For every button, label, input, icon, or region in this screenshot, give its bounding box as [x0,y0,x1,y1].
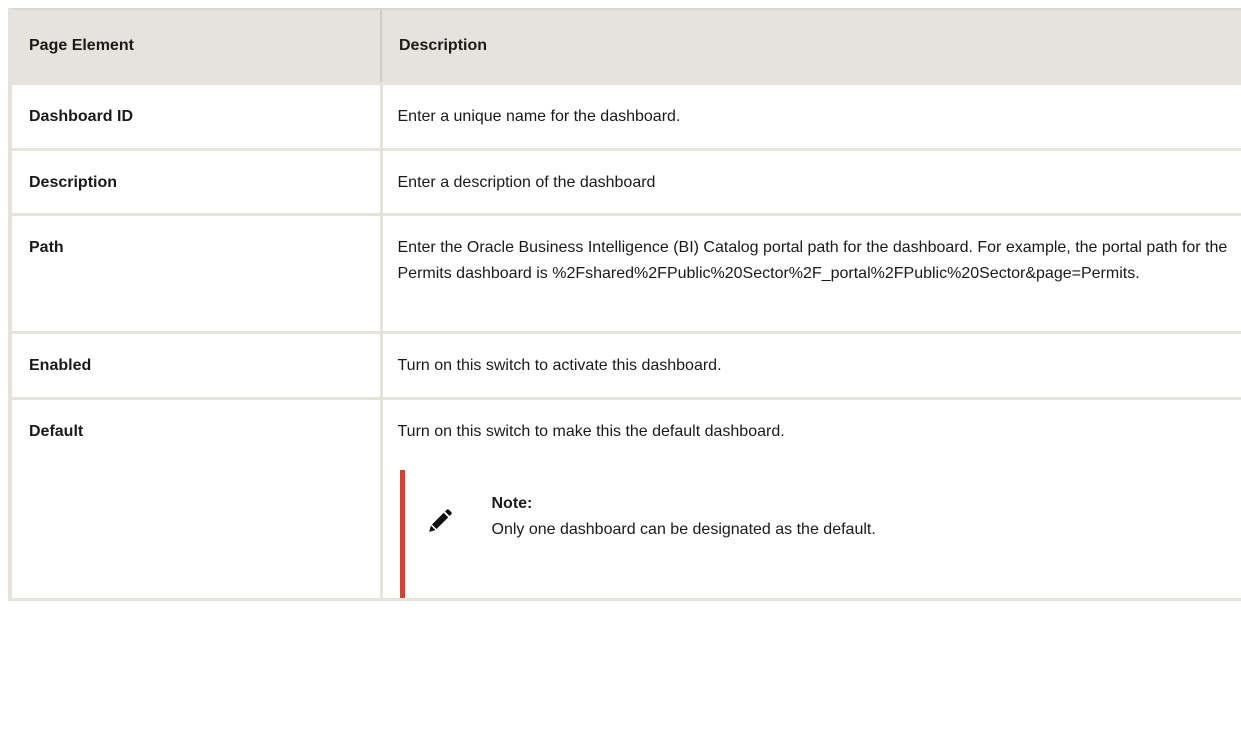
note-callout: Note: Only one dashboard can be designat… [399,470,1230,598]
element-cell: Default [8,398,381,601]
description-cell: Enter a description of the dashboard [379,149,1241,216]
note-title: Note: [491,495,533,512]
element-cell: Description [8,149,381,216]
description-cell: Turn on this switch to make this the def… [379,398,1241,601]
column-header-page-element: Page Element [8,8,381,85]
note-text: Only one dashboard can be designated as … [491,521,876,538]
table-row: Description Enter a description of the d… [8,149,1241,216]
table-row: Enabled Turn on this switch to activate … [8,332,1241,400]
description-text: Turn on this switch to make this the def… [397,423,785,440]
element-cell: Dashboard ID [8,83,381,151]
element-cell: Path [8,214,381,334]
table-row: Dashboard ID Enter a unique name for the… [8,83,1241,151]
table-row: Path Enter the Oracle Business Intellige… [8,214,1241,334]
element-cell: Enabled [8,332,381,400]
table-header-row: Page Element Description [8,8,1241,85]
page-elements-table: Page Element Description Dashboard ID En… [8,8,1241,601]
table-row: Default Turn on this switch to make this… [8,398,1241,601]
pencil-icon [428,509,452,532]
description-cell: Enter a unique name for the dashboard. [379,83,1241,151]
description-cell: Enter the Oracle Business Intelligence (… [379,214,1241,334]
column-header-description: Description [380,8,1241,85]
description-cell: Turn on this switch to activate this das… [379,332,1241,400]
